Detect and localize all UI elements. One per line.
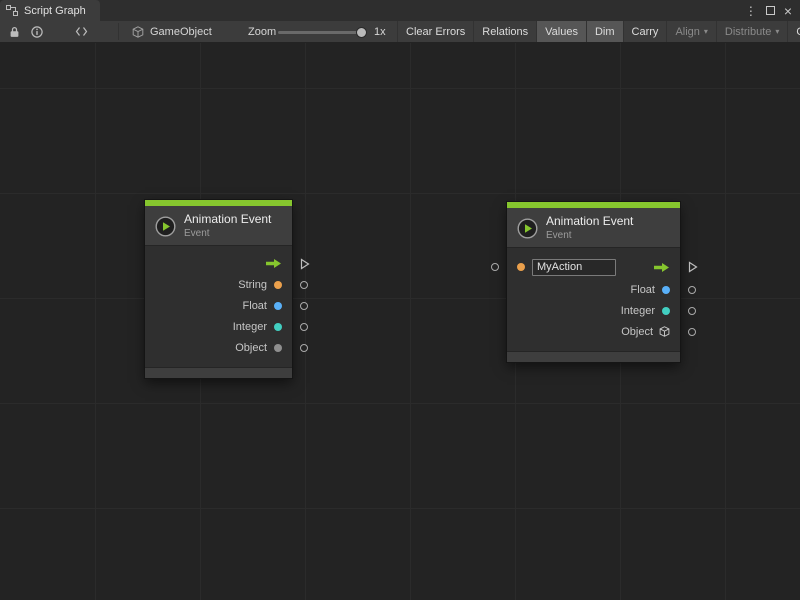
close-icon[interactable]: × (784, 4, 792, 18)
string-type-dot (274, 281, 282, 289)
zoom-label: Zoom (248, 21, 276, 42)
title-bar: Script Graph ⋮ × (0, 0, 800, 21)
relations-button[interactable]: Relations (473, 21, 536, 42)
toolbar-separator (118, 23, 119, 40)
lock-icon[interactable] (3, 21, 25, 42)
chevron-down-icon: ▾ (775, 27, 779, 36)
graph-toolbar: GameObject Zoom 1x Clear Errors Relation… (0, 21, 800, 43)
node-header[interactable]: Animation Event Event (145, 206, 292, 246)
info-icon[interactable] (26, 21, 48, 42)
integer-output-port[interactable] (300, 323, 308, 331)
node-subtitle: Event (184, 228, 271, 239)
node-animation-event-2[interactable]: Animation Event Event (507, 202, 680, 362)
node-animation-event-1[interactable]: Animation Event Event (145, 200, 292, 378)
action-name-input[interactable] (532, 259, 616, 276)
flow-output-port[interactable] (300, 258, 310, 270)
node-subtitle: Event (546, 230, 633, 241)
tab-script-graph[interactable]: Script Graph (0, 0, 100, 21)
event-play-icon (517, 218, 538, 239)
node-footer (145, 367, 292, 378)
flow-arrow-icon (265, 258, 282, 269)
port-label: Integer (621, 305, 655, 317)
script-graph-icon (6, 5, 18, 16)
target-label: GameObject (150, 26, 212, 38)
output-row-float: Float (145, 295, 292, 316)
port-label: Object (621, 326, 653, 338)
port-label: String (238, 279, 267, 291)
float-type-dot (662, 286, 670, 294)
node-title: Animation Event (184, 213, 271, 226)
object-output-port[interactable] (300, 344, 308, 352)
zoom-slider[interactable] (278, 31, 364, 34)
flow-output-port[interactable] (688, 261, 698, 273)
zoom-slider-handle[interactable] (356, 27, 367, 38)
flow-output-row (145, 253, 292, 274)
chevron-down-icon: ▾ (704, 27, 708, 36)
node-ports: String Float Integer Object (145, 246, 292, 367)
output-row-float: Float (507, 279, 680, 300)
window-menu-icon[interactable]: ⋮ (745, 5, 757, 17)
output-row-string: String (145, 274, 292, 295)
name-input-port[interactable] (491, 263, 499, 271)
values-button[interactable]: Values (536, 21, 586, 42)
output-row-integer: Integer (507, 300, 680, 321)
code-view-icon[interactable] (70, 21, 92, 42)
name-input-row (507, 255, 680, 279)
overview-button[interactable]: Overview (787, 21, 800, 42)
align-button[interactable]: Align ▾ (666, 21, 715, 42)
output-row-object: Object (507, 321, 680, 342)
maximize-icon[interactable] (766, 6, 775, 15)
output-row-integer: Integer (145, 316, 292, 337)
port-label: Float (243, 300, 267, 312)
script-graph-window: Script Graph ⋮ × (0, 0, 800, 600)
integer-type-dot (662, 307, 670, 315)
node-footer (507, 351, 680, 362)
dim-button[interactable]: Dim (586, 21, 623, 42)
object-cube-icon (659, 326, 670, 337)
gameobject-cube-icon (132, 26, 144, 38)
carry-button[interactable]: Carry (623, 21, 667, 42)
object-output-port[interactable] (688, 328, 696, 336)
tab-title: Script Graph (24, 5, 86, 17)
port-label: Integer (233, 321, 267, 333)
integer-output-port[interactable] (688, 307, 696, 315)
target-gameobject-field[interactable]: GameObject (132, 21, 212, 42)
port-label: Object (235, 342, 267, 354)
node-ports: Float Integer Object (507, 248, 680, 351)
toolbar-buttons: Clear Errors Relations Values Dim Carry … (397, 21, 800, 42)
output-row-object: Object (145, 337, 292, 358)
node-title: Animation Event (546, 215, 633, 228)
clear-errors-button[interactable]: Clear Errors (397, 21, 473, 42)
port-label: Float (631, 284, 655, 296)
float-type-dot (274, 302, 282, 310)
flow-arrow-icon (653, 262, 670, 273)
event-play-icon (155, 216, 176, 237)
string-type-dot (517, 263, 525, 271)
distribute-button[interactable]: Distribute ▾ (716, 21, 787, 42)
float-output-port[interactable] (300, 302, 308, 310)
object-type-dot (274, 344, 282, 352)
float-output-port[interactable] (688, 286, 696, 294)
node-header[interactable]: Animation Event Event (507, 208, 680, 248)
integer-type-dot (274, 323, 282, 331)
graph-canvas[interactable]: Animation Event Event (0, 43, 800, 600)
string-output-port[interactable] (300, 281, 308, 289)
window-controls: ⋮ × (745, 0, 800, 21)
zoom-value: 1x (374, 21, 386, 42)
